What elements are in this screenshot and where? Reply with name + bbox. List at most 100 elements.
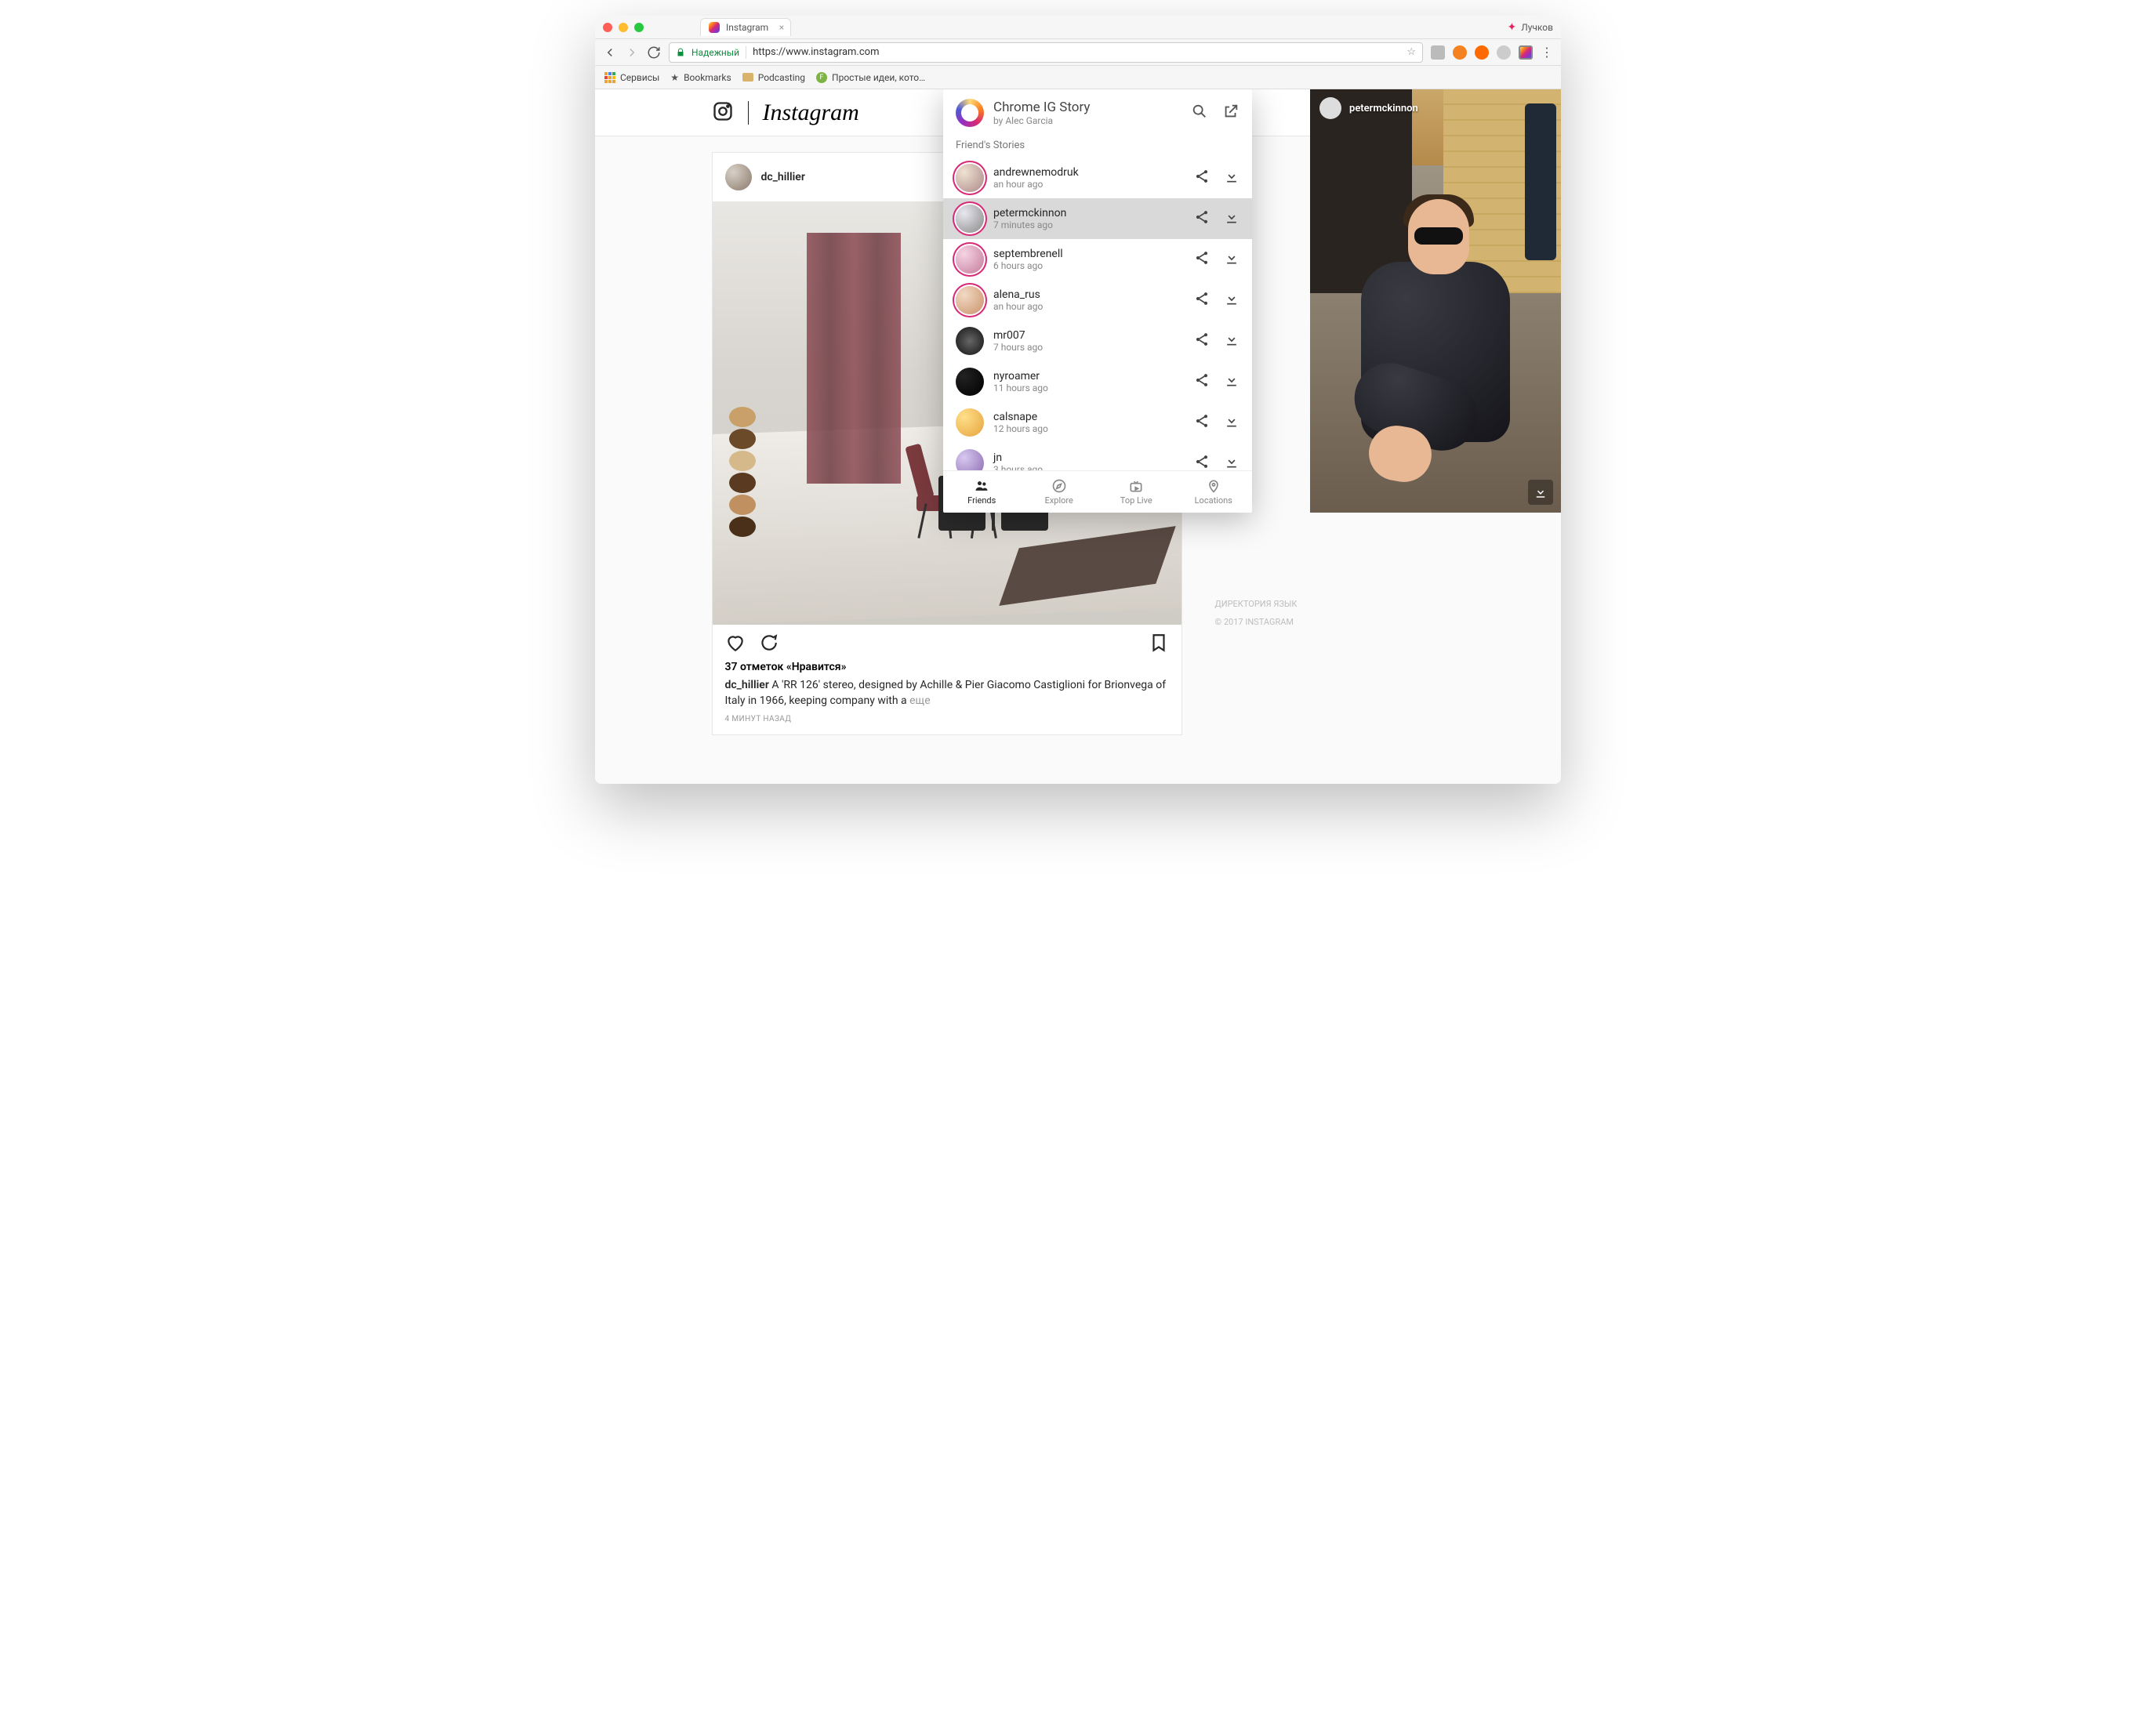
story-player-username: petermckinnon — [1349, 103, 1418, 114]
post-caption: dc_hillier A 'RR 126' stereo, designed b… — [713, 678, 1181, 715]
forward-button[interactable] — [625, 45, 639, 60]
download-icon[interactable] — [1224, 372, 1240, 391]
story-time: 7 minutes ago — [993, 219, 1066, 230]
download-icon[interactable] — [1224, 332, 1240, 350]
story-row[interactable]: nyroamer11 hours ago — [943, 361, 1252, 402]
story-player[interactable]: petermckinnon — [1310, 89, 1561, 513]
profile-icon: ✦ — [1507, 21, 1516, 34]
instagram-logo[interactable]: Instagram — [763, 100, 859, 126]
like-button[interactable] — [725, 633, 746, 656]
story-player-avatar — [1319, 97, 1341, 119]
story-avatar — [956, 408, 984, 437]
download-icon[interactable] — [1224, 291, 1240, 310]
window-titlebar: Instagram × ✦ Лучков — [595, 16, 1561, 39]
caption-more[interactable]: еще — [909, 694, 931, 707]
story-avatar — [956, 327, 984, 355]
stories-section-label: Friend's Stories — [943, 136, 1252, 158]
extension-icon-3[interactable] — [1475, 45, 1489, 60]
save-button[interactable] — [1149, 633, 1169, 656]
minimize-window-button[interactable] — [619, 23, 628, 32]
camera-icon[interactable] — [712, 100, 734, 125]
tab-locations[interactable]: Locations — [1175, 471, 1253, 513]
story-download-button[interactable] — [1528, 480, 1553, 505]
extension-byline: by Alec Garcia — [993, 115, 1090, 126]
story-avatar — [956, 164, 984, 192]
search-icon[interactable] — [1191, 103, 1208, 123]
story-time: 11 hours ago — [993, 383, 1048, 393]
post-actions — [713, 625, 1181, 661]
download-icon[interactable] — [1224, 209, 1240, 228]
story-username: jn — [993, 451, 1043, 464]
caption-username[interactable]: dc_hillier — [725, 679, 769, 691]
share-icon[interactable] — [1194, 454, 1210, 470]
tab-explore[interactable]: Explore — [1021, 471, 1098, 513]
bookmark-star-icon[interactable]: ☆ — [1406, 46, 1416, 58]
post-author-username[interactable]: dc_hillier — [761, 171, 805, 183]
bookmark-podcasting[interactable]: Podcasting — [742, 72, 805, 83]
extension-icon-1[interactable] — [1431, 45, 1445, 60]
download-icon[interactable] — [1224, 250, 1240, 269]
story-avatar — [956, 245, 984, 274]
story-username: andrewnemodruk — [993, 166, 1079, 179]
browser-toolbar: Надежный https://www.instagram.com ☆ ⋮ — [595, 39, 1561, 66]
back-button[interactable] — [603, 45, 617, 60]
share-icon[interactable] — [1194, 413, 1210, 432]
share-icon[interactable] — [1194, 372, 1210, 391]
story-row[interactable]: calsnape12 hours ago — [943, 402, 1252, 443]
download-icon[interactable] — [1224, 454, 1240, 470]
story-avatar — [956, 205, 984, 233]
comment-button[interactable] — [758, 633, 779, 656]
bookmarks-bar: Сервисы ★ Bookmarks Podcasting F Простые… — [595, 66, 1561, 89]
extension-icon-2[interactable] — [1453, 45, 1467, 60]
address-bar[interactable]: Надежный https://www.instagram.com ☆ — [669, 42, 1423, 63]
green-favicon: F — [816, 72, 827, 83]
story-time: 12 hours ago — [993, 423, 1048, 434]
popout-icon[interactable] — [1222, 103, 1240, 123]
close-window-button[interactable] — [603, 23, 612, 32]
story-time: 7 hours ago — [993, 342, 1043, 353]
share-icon[interactable] — [1194, 169, 1210, 187]
share-icon[interactable] — [1194, 250, 1210, 269]
secure-label: Надежный — [691, 47, 739, 58]
share-icon[interactable] — [1194, 209, 1210, 228]
browser-tab-instagram[interactable]: Instagram × — [700, 18, 791, 36]
story-username: calsnape — [993, 411, 1048, 423]
story-row[interactable]: jn3 hours ago — [943, 443, 1252, 470]
extension-icon-4[interactable] — [1497, 45, 1511, 60]
story-row[interactable]: mr0077 hours ago — [943, 321, 1252, 361]
post-author-avatar[interactable] — [725, 164, 752, 190]
story-avatar — [956, 286, 984, 314]
chrome-menu-button[interactable]: ⋮ — [1541, 45, 1553, 60]
bookmark-bookmarks[interactable]: ★ Bookmarks — [670, 72, 731, 83]
bookmark-apps[interactable]: Сервисы — [604, 72, 659, 83]
story-row[interactable]: andrewnemodrukan hour ago — [943, 158, 1252, 198]
tab-toplive[interactable]: Top Live — [1098, 471, 1175, 513]
download-icon[interactable] — [1224, 413, 1240, 432]
divider — [748, 101, 749, 125]
share-icon[interactable] — [1194, 291, 1210, 310]
extension-popup: Chrome IG Story by Alec Garcia Friend's … — [943, 89, 1252, 513]
close-tab-icon[interactable]: × — [779, 22, 784, 33]
story-username: alena_rus — [993, 288, 1043, 301]
maximize-window-button[interactable] — [634, 23, 644, 32]
folder-icon — [742, 73, 753, 82]
likes-count[interactable]: 37 отметок «Нравится» — [713, 661, 1181, 678]
extension-icons — [1431, 45, 1533, 60]
story-username: petermckinnon — [993, 207, 1066, 219]
extension-logo — [956, 99, 984, 127]
tab-friends[interactable]: Friends — [943, 471, 1021, 513]
download-icon[interactable] — [1224, 169, 1240, 187]
page-content: Instagram dc_hillier — [595, 89, 1561, 784]
stories-list[interactable]: andrewnemodrukan hour agopetermckinnon7 … — [943, 158, 1252, 470]
lock-icon — [676, 48, 685, 57]
extension-igstory-active[interactable] — [1519, 45, 1533, 60]
story-username: nyroamer — [993, 370, 1048, 383]
extension-tabs: Friends Explore Top Live Locations — [943, 470, 1252, 513]
story-row[interactable]: alena_rusan hour ago — [943, 280, 1252, 321]
reload-button[interactable] — [647, 45, 661, 60]
chrome-profile-chip[interactable]: ✦ Лучков — [1507, 21, 1553, 34]
story-row[interactable]: petermckinnon7 minutes ago — [943, 198, 1252, 239]
story-row[interactable]: septembrenell6 hours ago — [943, 239, 1252, 280]
share-icon[interactable] — [1194, 332, 1210, 350]
bookmark-ideas[interactable]: F Простые идеи, кото… — [816, 72, 925, 83]
